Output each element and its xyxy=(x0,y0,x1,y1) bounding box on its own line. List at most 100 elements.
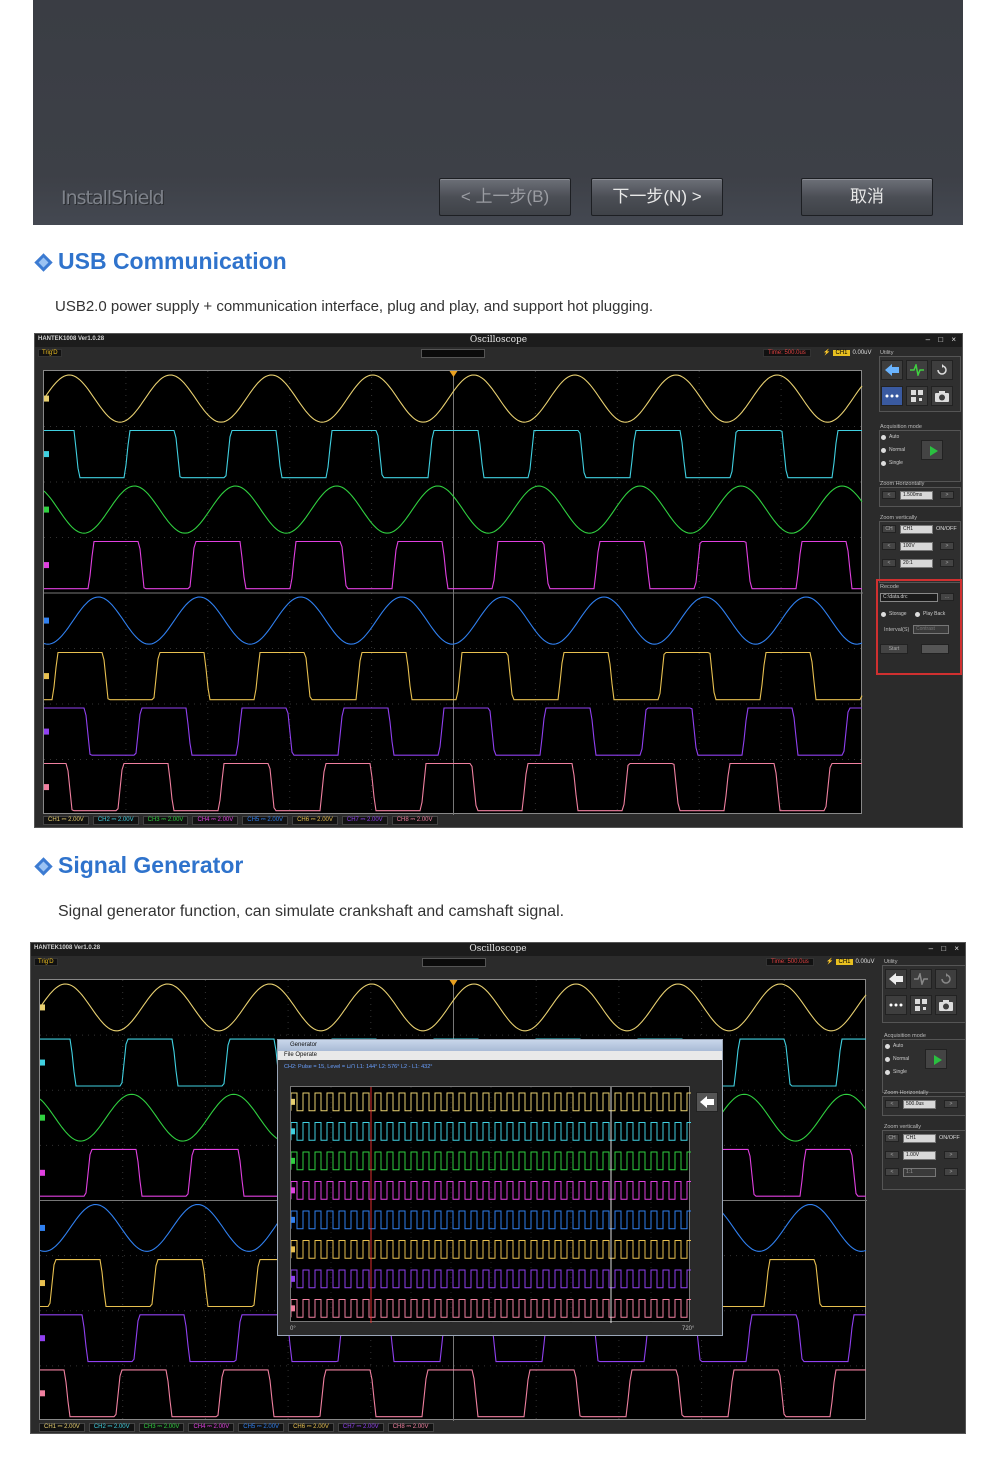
window-controls[interactable]: – □ × xyxy=(929,944,962,953)
probe-left-button[interactable]: < xyxy=(882,559,896,567)
probe-select[interactable]: 1:1 xyxy=(903,1168,936,1177)
storage-label: Storage xyxy=(889,611,907,617)
mode-auto-radio[interactable]: Auto xyxy=(885,1043,903,1049)
interval-select[interactable]: Contrast xyxy=(913,625,949,634)
channel-1-status[interactable]: CH1 ⎓ 2.00V xyxy=(43,816,89,825)
channel-5-status[interactable]: CH5 ⎓ 2.00V xyxy=(242,816,289,825)
run-play-icon[interactable] xyxy=(925,1049,947,1069)
channel-select[interactable]: CH1 xyxy=(900,525,933,534)
more-icon[interactable] xyxy=(881,386,903,406)
window-controls[interactable]: – □ × xyxy=(926,335,959,344)
auto-set-icon[interactable] xyxy=(906,360,928,380)
volts-select[interactable]: 1.00V xyxy=(903,1151,936,1160)
zoom-h-select[interactable]: 1.500ms xyxy=(900,491,933,500)
recode-path-input[interactable]: C:\data.drc xyxy=(880,593,938,602)
channel-5-marker xyxy=(44,617,49,624)
camera-icon[interactable] xyxy=(935,995,957,1015)
waveform-display[interactable] xyxy=(43,370,863,815)
zoom-h-right-button[interactable]: > xyxy=(940,491,954,499)
zoom-h-left-button[interactable]: < xyxy=(885,1100,899,1108)
cancel-button[interactable]: 取消 xyxy=(801,178,933,216)
mode-auto-radio[interactable]: Auto xyxy=(881,434,899,440)
probe-select[interactable]: 20:1 xyxy=(900,559,933,568)
reset-icon[interactable] xyxy=(931,360,953,380)
mode-normal-radio[interactable]: Normal xyxy=(885,1056,909,1062)
qr-code-icon[interactable] xyxy=(910,995,932,1015)
auto-set-icon[interactable] xyxy=(910,969,932,989)
onoff-checkbox[interactable]: ON/OFF xyxy=(939,1135,960,1141)
next-button[interactable]: 下一步(N) > xyxy=(591,178,723,216)
channel-button[interactable]: CH xyxy=(882,525,896,533)
channel-4-status[interactable]: CH4 ⎓ 2.00V xyxy=(192,816,239,825)
generator-back-arrow-icon[interactable] xyxy=(696,1092,718,1112)
title-bar: HANTEK1008 Ver1.0.28 Oscilloscope – □ × xyxy=(35,334,962,347)
trigger-status: Trig'D xyxy=(34,958,58,966)
camera-icon[interactable] xyxy=(931,386,953,406)
more-icon[interactable] xyxy=(885,995,907,1015)
zoom-v-right-button[interactable]: > xyxy=(940,542,954,550)
window-title: Oscilloscope xyxy=(469,944,527,954)
browse-button[interactable]: … xyxy=(940,593,954,601)
trigger-channel: CH1 xyxy=(836,959,853,965)
generator-channel-4-marker xyxy=(291,1187,295,1194)
probe-right-button[interactable]: > xyxy=(940,559,954,567)
channel-7-status[interactable]: CH7 ⎓ 2.00V xyxy=(341,816,388,825)
trigger-readout: ⚡ CH1 0.00uV xyxy=(826,959,875,965)
channel-2-status[interactable]: CH2 ⎓ 2.00V xyxy=(88,1423,135,1432)
zoom-v-left-button[interactable]: < xyxy=(885,1151,899,1159)
channel-5-status[interactable]: CH5 ⎓ 2.00V xyxy=(238,1423,285,1432)
trigger-position-marker xyxy=(449,371,458,377)
generator-title: Generator xyxy=(290,1042,318,1048)
probe-left-button[interactable]: < xyxy=(885,1168,899,1176)
back-arrow-icon[interactable] xyxy=(885,969,907,989)
channel-8-status[interactable]: CH8 ⎓ 2.00V xyxy=(391,816,438,825)
generator-canvas xyxy=(290,1087,699,1323)
channel-4-marker xyxy=(40,1169,45,1176)
mode-normal-radio[interactable]: Normal xyxy=(881,447,905,453)
channel-8-status[interactable]: CH8 ⎓ 2.00V xyxy=(387,1423,434,1432)
onoff-checkbox[interactable]: ON/OFF xyxy=(936,526,957,532)
reset-icon[interactable] xyxy=(935,969,957,989)
channel-select[interactable]: CH1 xyxy=(903,1134,936,1143)
waveform-overview[interactable] xyxy=(421,349,485,358)
probe-right-button[interactable]: > xyxy=(944,1168,958,1176)
channel-7-status[interactable]: CH7 ⎓ 2.00V xyxy=(337,1423,384,1432)
mode-single-radio[interactable]: Single xyxy=(885,1069,907,1075)
volts-select[interactable]: 100V xyxy=(900,542,933,551)
zoom-h-right-button[interactable]: > xyxy=(944,1100,958,1108)
mode-auto-label: Auto xyxy=(889,434,900,440)
channel-button[interactable]: CH xyxy=(885,1134,899,1142)
zoom-h-left-button[interactable]: < xyxy=(882,491,896,499)
stop-button[interactable] xyxy=(921,644,949,654)
mode-single-radio[interactable]: Single xyxy=(881,460,903,466)
window-title: Oscilloscope xyxy=(469,335,528,345)
channel-3-status[interactable]: CH3 ⎓ 2.00V xyxy=(138,1423,185,1432)
generator-channel-7-marker xyxy=(291,1275,295,1282)
channel-6-marker xyxy=(44,673,49,680)
channel-1-status[interactable]: CH1 ⎓ 2.00V xyxy=(39,1423,85,1432)
run-play-icon[interactable] xyxy=(921,440,943,460)
channel-3-marker xyxy=(44,506,49,513)
zoom-v-right-button[interactable]: > xyxy=(944,1151,958,1159)
zoom-h-select[interactable]: 500.0us xyxy=(903,1100,936,1109)
generator-title-bar: Generator xyxy=(278,1040,722,1051)
playback-radio[interactable]: Play Back xyxy=(915,611,945,617)
channel-6-status[interactable]: CH6 ⎓ 2.00V xyxy=(292,816,338,825)
generator-channel-5-marker xyxy=(291,1216,295,1223)
back-arrow-icon[interactable] xyxy=(881,360,903,380)
generator-waveform-display[interactable] xyxy=(290,1086,699,1323)
channel-2-status[interactable]: CH2 ⎓ 2.00V xyxy=(92,816,139,825)
waveform-overview[interactable] xyxy=(422,958,486,967)
channel-3-status[interactable]: CH3 ⎓ 2.00V xyxy=(142,816,189,825)
channel-6-status[interactable]: CH6 ⎓ 2.00V xyxy=(288,1423,334,1432)
storage-radio[interactable]: Storage xyxy=(881,611,907,617)
generator-channel-3-marker xyxy=(291,1157,295,1164)
generator-section-title: Signal Generator xyxy=(58,852,244,878)
qr-code-icon[interactable] xyxy=(906,386,928,406)
zoom-v-left-button[interactable]: < xyxy=(882,542,896,550)
generator-menu[interactable]: File Operate xyxy=(278,1051,722,1060)
back-button[interactable]: < 上一步(B) xyxy=(439,178,571,216)
channel-4-status[interactable]: CH4 ⎓ 2.00V xyxy=(188,1423,235,1432)
start-button[interactable]: Start xyxy=(880,644,908,654)
control-panel: Utility Acquisition mode Auto Normal Sin… xyxy=(875,348,962,827)
